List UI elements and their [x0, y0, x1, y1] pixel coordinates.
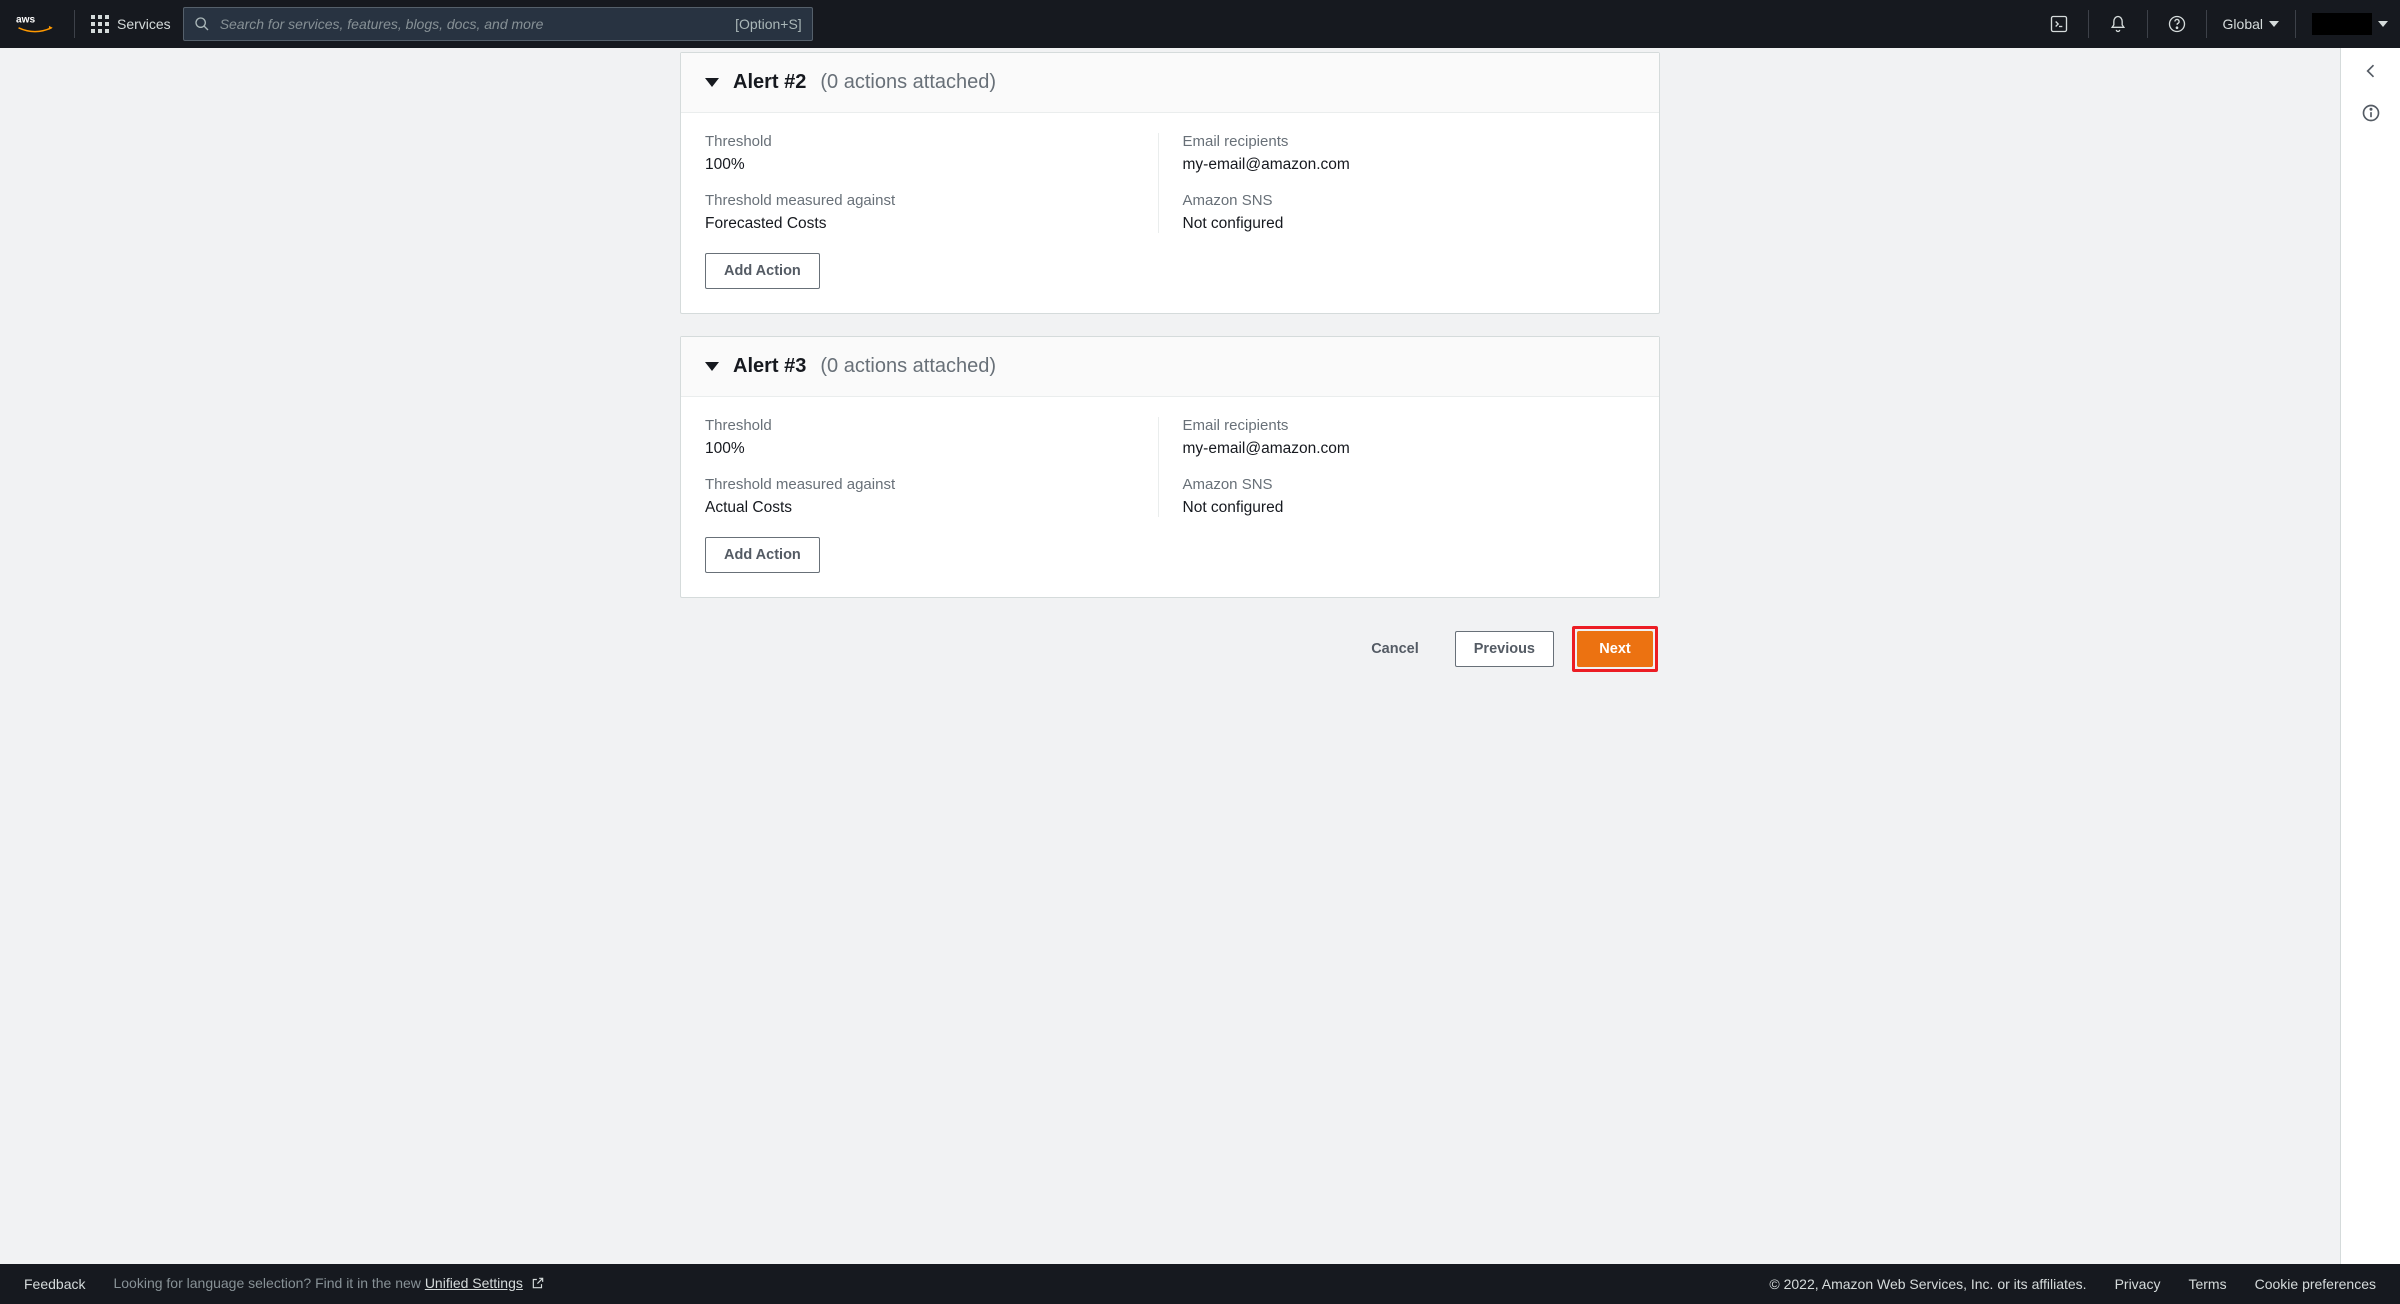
alert-right-column: Email recipients my-email@amazon.com Ama…: [1158, 133, 1636, 233]
sns-value: Not configured: [1183, 499, 1612, 517]
email-recipients-label: Email recipients: [1183, 133, 1612, 150]
copyright: © 2022, Amazon Web Services, Inc. or its…: [1769, 1276, 2086, 1292]
external-link-icon: [531, 1276, 545, 1293]
alert-right-column: Email recipients my-email@amazon.com Ama…: [1158, 417, 1636, 517]
email-recipients-value: my-email@amazon.com: [1183, 156, 1612, 174]
account-menu[interactable]: [2312, 13, 2388, 35]
wizard-buttons: Cancel Previous Next: [680, 620, 1660, 672]
unified-settings-link[interactable]: Unified Settings: [425, 1275, 523, 1291]
nav-separator: [2295, 10, 2296, 38]
chevron-down-icon: [2378, 21, 2388, 27]
collapse-toggle-icon[interactable]: [705, 78, 719, 87]
previous-button[interactable]: Previous: [1455, 631, 1554, 667]
cloudshell-icon[interactable]: [2046, 11, 2072, 37]
next-button-highlight: Next: [1572, 626, 1658, 672]
sns-label: Amazon SNS: [1183, 192, 1612, 209]
aws-logo[interactable]: aws: [12, 0, 58, 48]
global-search[interactable]: [Option+S]: [183, 7, 813, 41]
footer: Feedback Looking for language selection?…: [0, 1264, 2400, 1304]
alert-left-column: Threshold 100% Threshold measured agains…: [705, 417, 1158, 517]
cancel-button[interactable]: Cancel: [1353, 631, 1437, 667]
terms-link[interactable]: Terms: [2188, 1276, 2226, 1292]
search-input[interactable]: [220, 16, 640, 32]
measured-against-label: Threshold measured against: [705, 192, 1134, 209]
services-label: Services: [117, 16, 171, 32]
alert-title: Alert #2: [733, 71, 806, 94]
measured-against-label: Threshold measured against: [705, 476, 1134, 493]
add-action-button[interactable]: Add Action: [705, 537, 820, 573]
alert-header: Alert #3 (0 actions attached): [681, 337, 1659, 397]
main-content: Alert #2 (0 actions attached) Threshold …: [0, 48, 2340, 1264]
threshold-label: Threshold: [705, 417, 1134, 434]
nav-separator: [74, 10, 75, 38]
cookie-preferences-link[interactable]: Cookie preferences: [2255, 1276, 2376, 1292]
language-hint: Looking for language selection? Find it …: [113, 1275, 544, 1293]
alert-subtitle: (0 actions attached): [820, 71, 996, 94]
services-menu-button[interactable]: Services: [91, 15, 171, 33]
top-nav: aws Services [Option+S] Global: [0, 0, 2400, 48]
measured-against-value: Actual Costs: [705, 499, 1134, 517]
alert-card: Alert #2 (0 actions attached) Threshold …: [680, 52, 1660, 314]
collapse-help-icon[interactable]: [2358, 58, 2384, 84]
nav-separator: [2147, 10, 2148, 38]
help-icon[interactable]: [2164, 11, 2190, 37]
next-button[interactable]: Next: [1577, 631, 1653, 667]
collapse-toggle-icon[interactable]: [705, 362, 719, 371]
threshold-label: Threshold: [705, 133, 1134, 150]
account-redacted: [2312, 13, 2372, 35]
region-label: Global: [2223, 16, 2263, 32]
email-recipients-value: my-email@amazon.com: [1183, 440, 1612, 458]
alert-header: Alert #2 (0 actions attached): [681, 53, 1659, 113]
search-icon: [194, 16, 210, 32]
help-rail: [2340, 48, 2400, 1264]
chevron-down-icon: [2269, 21, 2279, 27]
alert-subtitle: (0 actions attached): [820, 355, 996, 378]
threshold-value: 100%: [705, 440, 1134, 458]
notifications-icon[interactable]: [2105, 11, 2131, 37]
sns-value: Not configured: [1183, 215, 1612, 233]
info-icon[interactable]: [2358, 100, 2384, 126]
alert-left-column: Threshold 100% Threshold measured agains…: [705, 133, 1158, 233]
email-recipients-label: Email recipients: [1183, 417, 1612, 434]
privacy-link[interactable]: Privacy: [2115, 1276, 2161, 1292]
language-hint-text: Looking for language selection? Find it …: [113, 1275, 424, 1291]
services-grid-icon: [91, 15, 109, 33]
search-shortcut: [Option+S]: [735, 16, 802, 32]
nav-separator: [2088, 10, 2089, 38]
page-body: Alert #2 (0 actions attached) Threshold …: [0, 48, 2400, 1264]
sns-label: Amazon SNS: [1183, 476, 1612, 493]
region-selector[interactable]: Global: [2223, 16, 2279, 32]
svg-text:aws: aws: [16, 15, 36, 26]
alert-title: Alert #3: [733, 355, 806, 378]
nav-separator: [2206, 10, 2207, 38]
feedback-link[interactable]: Feedback: [24, 1276, 85, 1292]
threshold-value: 100%: [705, 156, 1134, 174]
alert-card: Alert #3 (0 actions attached) Threshold …: [680, 336, 1660, 598]
add-action-button[interactable]: Add Action: [705, 253, 820, 289]
measured-against-value: Forecasted Costs: [705, 215, 1134, 233]
